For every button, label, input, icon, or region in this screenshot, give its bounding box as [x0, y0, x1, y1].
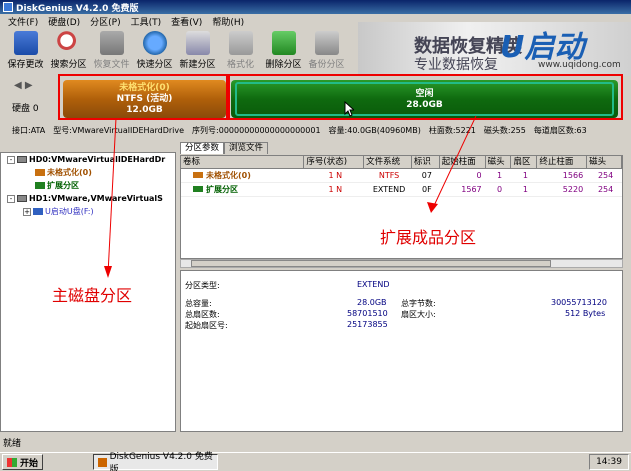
- extend-arrowhead-icon: [427, 202, 438, 213]
- annotation-main-partition: 主磁盘分区: [52, 286, 133, 305]
- main-arrowhead-icon: [104, 266, 112, 278]
- start-button[interactable]: 开始: [2, 454, 44, 470]
- annotation-arrows: [104, 115, 477, 278]
- taskbar-diskgenius[interactable]: DiskGenius V4.2.0 免费版: [93, 452, 219, 471]
- windows-logo-icon: [7, 457, 17, 467]
- annotation-extended-partition: 扩展成品分区: [380, 228, 477, 247]
- start-label: 开始: [20, 458, 39, 469]
- extend-arrow-line: [431, 115, 477, 211]
- app-icon: [98, 457, 107, 467]
- clock[interactable]: 14:39: [596, 457, 622, 467]
- main-arrow-line: [107, 117, 117, 275]
- task-label: DiskGenius V4.2.0 免费版: [109, 452, 213, 471]
- taskbar: 开始 DiskGenius V4.2.0 免费版 14:39: [0, 452, 631, 471]
- status-bar: 就绪: [3, 439, 22, 449]
- system-tray: 14:39: [589, 454, 629, 470]
